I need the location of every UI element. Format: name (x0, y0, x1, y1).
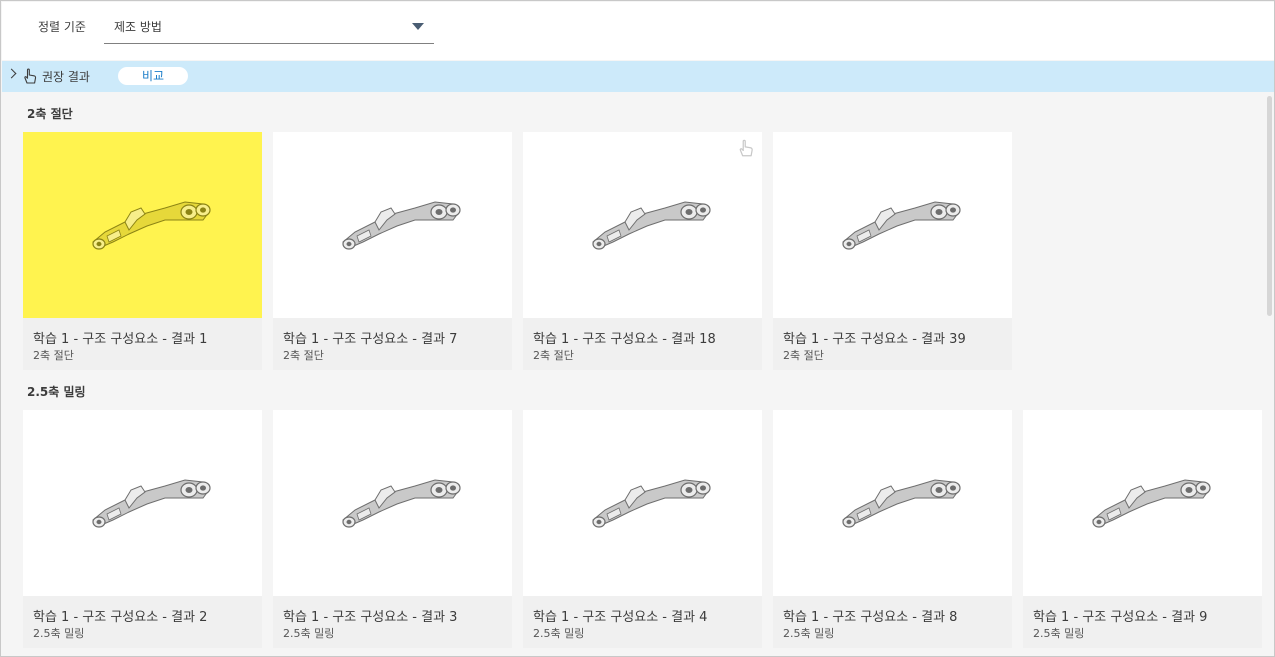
result-info: 학습 1 - 구조 구성요소 - 결과 8 2.5축 밀링 (773, 596, 1012, 648)
vertical-scrollbar[interactable] (1267, 96, 1272, 316)
sort-bar: 정렬 기준 제조 방법 (2, 2, 1274, 60)
result-thumbnail (23, 132, 262, 318)
result-thumbnail (273, 132, 512, 318)
result-method: 2.5축 밀링 (283, 627, 335, 640)
part-preview-image (585, 468, 715, 542)
part-preview-image (835, 190, 965, 264)
result-info: 학습 1 - 구조 구성요소 - 결과 7 2축 절단 (273, 318, 512, 370)
result-name: 학습 1 - 구조 구성요소 - 결과 4 (533, 610, 708, 625)
result-method: 2.5축 밀링 (783, 627, 835, 640)
result-name: 학습 1 - 구조 구성요소 - 결과 2 (33, 610, 208, 625)
compare-button[interactable]: 비교 (118, 67, 188, 85)
part-preview-image (335, 190, 465, 264)
expand-chevron-icon[interactable] (6, 68, 17, 79)
result-name: 학습 1 - 구조 구성요소 - 결과 8 (783, 610, 958, 625)
result-card[interactable]: 학습 1 - 구조 구성요소 - 결과 4 2.5축 밀링 (523, 410, 762, 648)
result-method: 2축 절단 (533, 349, 574, 362)
part-preview-image (85, 190, 215, 264)
result-thumbnail (523, 410, 762, 596)
chevron-down-icon (412, 23, 424, 30)
result-card[interactable]: 학습 1 - 구조 구성요소 - 결과 39 2축 절단 (773, 132, 1012, 370)
result-thumbnail (773, 410, 1012, 596)
recommended-hand-icon (736, 138, 756, 162)
result-thumbnail (273, 410, 512, 596)
part-preview-image (335, 468, 465, 542)
result-name: 학습 1 - 구조 구성요소 - 결과 3 (283, 610, 458, 625)
result-name: 학습 1 - 구조 구성요소 - 결과 7 (283, 332, 458, 347)
result-method: 2축 절단 (283, 349, 324, 362)
recommended-label: 권장 결과 (42, 70, 90, 84)
sort-label: 정렬 기준 (38, 20, 86, 34)
result-method: 2.5축 밀링 (533, 627, 585, 640)
result-card[interactable]: 학습 1 - 구조 구성요소 - 결과 1 2축 절단 (23, 132, 262, 370)
part-preview-image (585, 190, 715, 264)
result-card[interactable]: 학습 1 - 구조 구성요소 - 결과 18 2축 절단 (523, 132, 762, 370)
result-name: 학습 1 - 구조 구성요소 - 결과 9 (1033, 610, 1208, 625)
result-name: 학습 1 - 구조 구성요소 - 결과 1 (33, 332, 208, 347)
result-card[interactable]: 학습 1 - 구조 구성요소 - 결과 3 2.5축 밀링 (273, 410, 512, 648)
result-info: 학습 1 - 구조 구성요소 - 결과 39 2축 절단 (773, 318, 1012, 370)
result-info: 학습 1 - 구조 구성요소 - 결과 2 2.5축 밀링 (23, 596, 262, 648)
part-preview-image (835, 468, 965, 542)
hand-pointer-icon (21, 67, 39, 89)
result-name: 학습 1 - 구조 구성요소 - 결과 18 (533, 332, 716, 347)
result-thumbnail (773, 132, 1012, 318)
result-card[interactable]: 학습 1 - 구조 구성요소 - 결과 2 2.5축 밀링 (23, 410, 262, 648)
result-info: 학습 1 - 구조 구성요소 - 결과 1 2축 절단 (23, 318, 262, 370)
result-method: 2축 절단 (33, 349, 74, 362)
result-thumbnail (523, 132, 762, 318)
result-info: 학습 1 - 구조 구성요소 - 결과 3 2.5축 밀링 (273, 596, 512, 648)
part-preview-image (1085, 468, 1215, 542)
result-method: 2.5축 밀링 (33, 627, 85, 640)
result-card[interactable]: 학습 1 - 구조 구성요소 - 결과 8 2.5축 밀링 (773, 410, 1012, 648)
result-name: 학습 1 - 구조 구성요소 - 결과 39 (783, 332, 966, 347)
group-title-2-axis-cutting: 2축 절단 (27, 107, 73, 121)
result-info: 학습 1 - 구조 구성요소 - 결과 9 2.5축 밀링 (1023, 596, 1262, 648)
result-thumbnail (23, 410, 262, 596)
result-info: 학습 1 - 구조 구성요소 - 결과 18 2축 절단 (523, 318, 762, 370)
result-card[interactable]: 학습 1 - 구조 구성요소 - 결과 9 2.5축 밀링 (1023, 410, 1262, 648)
result-method: 2축 절단 (783, 349, 824, 362)
group-title-2-5-axis-milling: 2.5축 밀링 (27, 385, 86, 399)
result-thumbnail (1023, 410, 1262, 596)
result-card[interactable]: 학습 1 - 구조 구성요소 - 결과 7 2축 절단 (273, 132, 512, 370)
recommended-bar: 권장 결과 비교 (2, 61, 1274, 92)
sort-dropdown[interactable]: 제조 방법 (104, 10, 434, 44)
sort-value: 제조 방법 (114, 20, 162, 34)
result-info: 학습 1 - 구조 구성요소 - 결과 4 2.5축 밀링 (523, 596, 762, 648)
part-preview-image (85, 468, 215, 542)
result-method: 2.5축 밀링 (1033, 627, 1085, 640)
design-explorer-window: 정렬 기준 제조 방법 권장 결과 비교 2축 절단 학습 1 - 구조 구성요… (0, 0, 1275, 657)
